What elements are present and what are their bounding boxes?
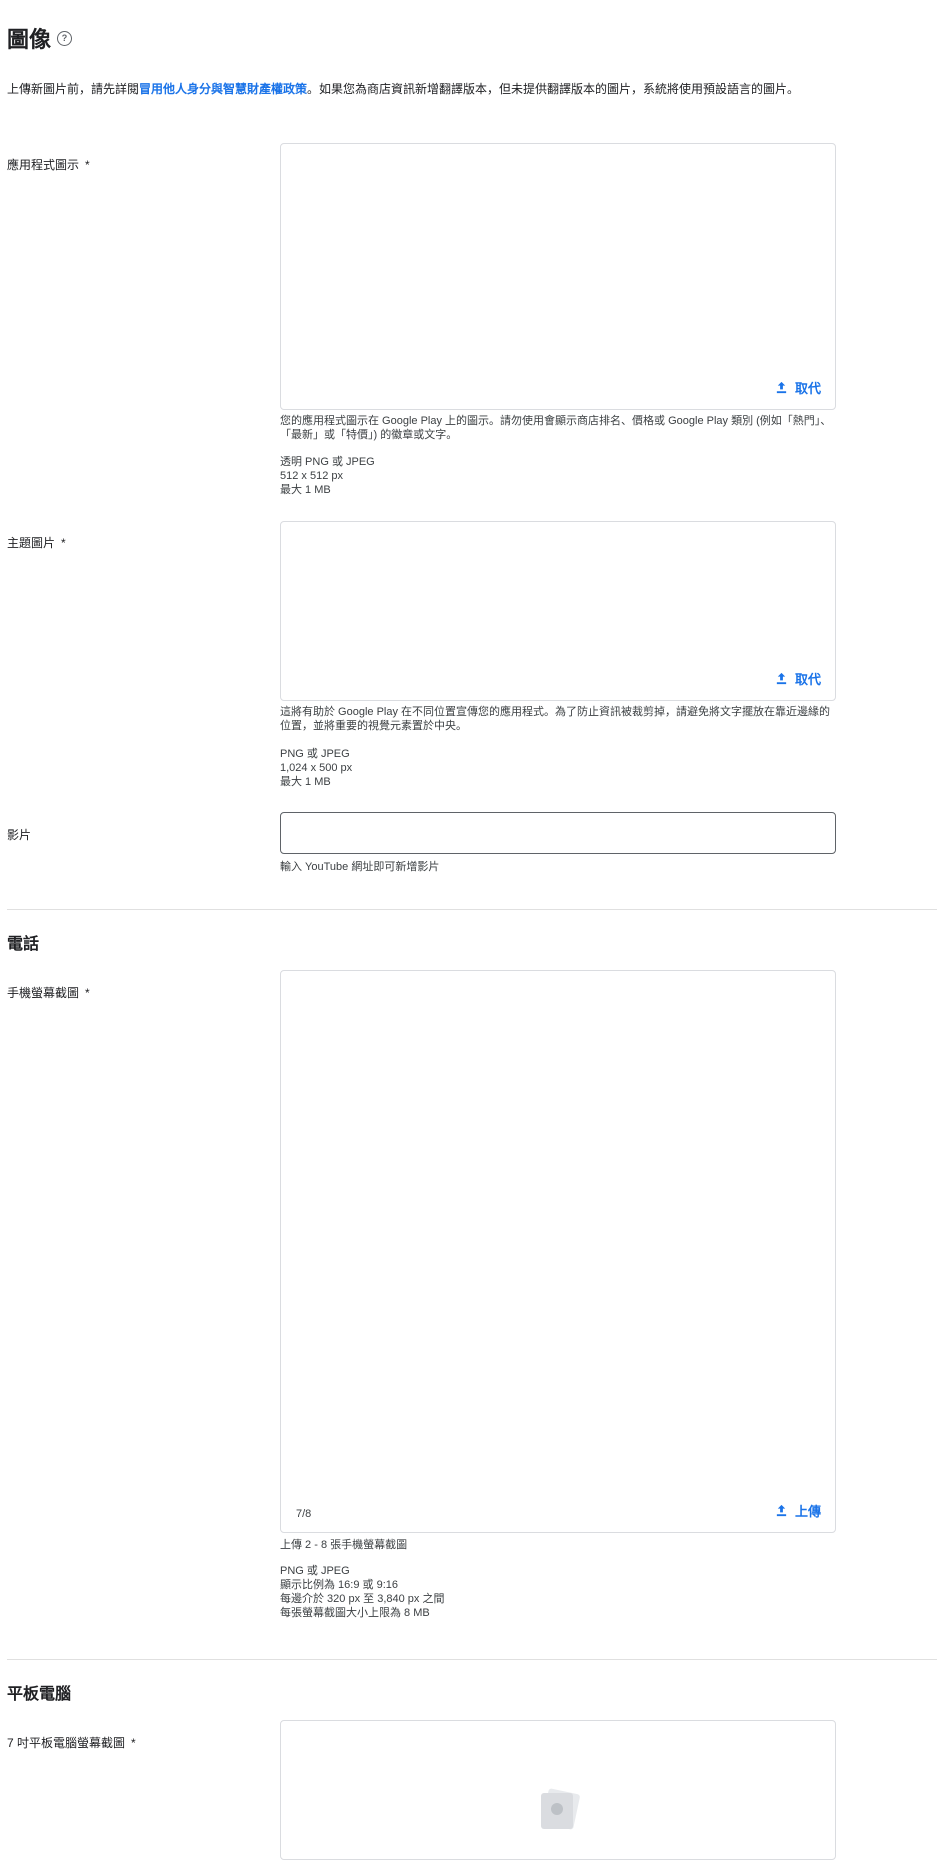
- policy-link[interactable]: 冒用他人身分與智慧財產權政策: [139, 82, 307, 96]
- section-divider: [7, 909, 937, 910]
- required-marker: *: [85, 158, 90, 172]
- required-marker: *: [131, 1736, 136, 1750]
- app-icon-label-text: 應用程式圖示: [7, 158, 80, 172]
- spec-format: 透明 PNG 或 JPEG: [280, 456, 375, 468]
- help-circle-icon[interactable]: ?: [57, 30, 73, 46]
- required-marker: *: [61, 536, 66, 550]
- intro-text-after: 。如果您為商店資訊新增翻譯版本，但未提供翻譯版本的圖片，系統將使用預設語言的圖片…: [307, 82, 800, 96]
- upload-label: 上傳: [794, 1504, 821, 1519]
- app-icon-helper: 您的應用程式圖示在 Google Play 上的圖示。請勿使用會顯示商店排名、價…: [280, 415, 832, 441]
- phone-screenshots-label-text: 手機螢幕截圖: [7, 986, 80, 1000]
- replace-label: 取代: [794, 672, 821, 687]
- page-title: 圖像 ?: [7, 22, 73, 54]
- feature-graphic-specs: PNG 或 JPEG 1,024 x 500 px 最大 1 MB: [280, 747, 352, 789]
- replace-feature-graphic-button[interactable]: 取代: [775, 669, 821, 688]
- page-title-text: 圖像: [7, 27, 52, 52]
- video-label: 影片: [7, 828, 32, 842]
- feature-graphic-label-text: 主題圖片: [7, 536, 56, 550]
- feature-graphic-label: 主題圖片 *: [7, 534, 66, 551]
- spec-max: 每張螢幕截圖大小上限為 8 MB: [280, 1607, 430, 1619]
- video-helper: 輸入 YouTube 網址即可新增影片: [280, 861, 440, 873]
- spec-ratio: 顯示比例為 16:9 或 9:16: [280, 1579, 398, 1591]
- phone-screenshots-dropzone[interactable]: 7/8 上傳: [280, 970, 836, 1533]
- phone-section-title: 電話: [7, 936, 40, 953]
- spec-max: 最大 1 MB: [280, 776, 331, 788]
- spec-dimensions: 每邊介於 320 px 至 3,840 px 之間: [280, 1593, 445, 1605]
- feature-graphic-dropzone[interactable]: 取代: [280, 521, 836, 701]
- tablet-section-title: 平板電腦: [7, 1686, 72, 1703]
- upload-icon: [776, 672, 787, 685]
- section-divider: [7, 1659, 937, 1660]
- spec-format: PNG 或 JPEG: [280, 1565, 350, 1577]
- required-marker: *: [85, 986, 90, 1000]
- spec-format: PNG 或 JPEG: [280, 748, 350, 760]
- phone-screenshots-label: 手機螢幕截圖 *: [7, 984, 90, 1001]
- upload-phone-screenshot-button[interactable]: 上傳: [775, 1501, 821, 1520]
- replace-app-icon-button[interactable]: 取代: [775, 378, 821, 397]
- tablet-screenshots-label-text: 7 吋平板電腦螢幕截圖: [7, 1736, 126, 1750]
- phone-helper: 上傳 2 - 8 張手機螢幕截圖: [280, 1539, 408, 1551]
- upload-icon: [776, 381, 787, 394]
- feature-graphic-helper: 這將有助於 Google Play 在不同位置宣傳您的應用程式。為了防止資訊被裁…: [280, 706, 831, 732]
- app-icon-dropzone[interactable]: 取代: [280, 143, 836, 410]
- intro-text: 上傳新圖片前，請先詳閱冒用他人身分與智慧財產權政策。如果您為商店資訊新增翻譯版本…: [7, 80, 837, 98]
- phone-specs: PNG 或 JPEG 顯示比例為 16:9 或 9:16 每邊介於 320 px…: [280, 1564, 444, 1620]
- image-placeholder-icon: [541, 1788, 580, 1830]
- screenshot-counter: 7/8: [296, 1508, 312, 1520]
- spec-size: 1,024 x 500 px: [280, 762, 353, 774]
- video-url-input[interactable]: [280, 812, 836, 854]
- spec-size: 512 x 512 px: [280, 470, 343, 482]
- app-icon-label: 應用程式圖示 *: [7, 156, 90, 173]
- upload-icon: [776, 1504, 787, 1517]
- app-icon-specs: 透明 PNG 或 JPEG 512 x 512 px 最大 1 MB: [280, 455, 375, 497]
- tablet-screenshots-dropzone[interactable]: [280, 1720, 836, 1860]
- tablet-screenshots-label: 7 吋平板電腦螢幕截圖 *: [7, 1734, 136, 1751]
- spec-max: 最大 1 MB: [280, 484, 331, 496]
- intro-text-before: 上傳新圖片前，請先詳閱: [7, 82, 140, 96]
- replace-label: 取代: [794, 381, 821, 396]
